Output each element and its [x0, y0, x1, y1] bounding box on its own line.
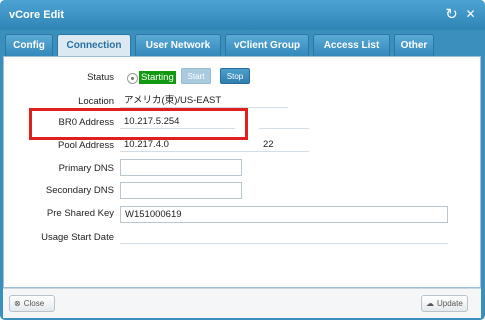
update-button[interactable]: ☁ Update [421, 295, 468, 312]
pool-address-label: Pool Address [58, 140, 114, 151]
close-button[interactable]: ⊗ Close [9, 295, 55, 312]
close-circle-icon: ⊗ [14, 299, 21, 308]
pool-prefix-value: 22 [259, 137, 309, 152]
cloud-upload-icon: ☁ [426, 299, 434, 308]
close-icon[interactable]: ✕ [462, 6, 479, 23]
tab-connection[interactable]: Connection [57, 34, 131, 56]
status-radio[interactable] [127, 73, 138, 84]
primary-dns-field[interactable] [120, 159, 242, 176]
secondary-dns-label: Secondary DNS [45, 185, 114, 196]
close-button-label: Close [23, 299, 45, 308]
primary-dns-label: Primary DNS [58, 163, 114, 174]
secondary-dns-field[interactable] [120, 182, 242, 199]
dialog-title: vCore Edit [9, 9, 65, 21]
connection-panel: Status Starting Start Stop Location アメリカ… [3, 56, 481, 288]
br0-highlight-box [29, 108, 248, 140]
stop-button[interactable]: Stop [220, 68, 250, 84]
tab-config[interactable]: Config [5, 34, 53, 56]
location-value: アメリカ(東)/US-EAST [120, 93, 288, 108]
tab-other[interactable]: Other [394, 34, 434, 56]
status-badge: Starting [139, 71, 176, 84]
update-button-label: Update [437, 299, 463, 308]
location-label: Location [78, 96, 114, 107]
br0-prefix-value [259, 114, 309, 129]
usage-start-date-value [120, 229, 448, 244]
usage-start-date-label: Usage Start Date [41, 232, 114, 243]
status-label: Status [87, 72, 114, 83]
psk-label: Pre Shared Key [46, 208, 114, 219]
tab-bar: Config Connection User Network vClient G… [3, 30, 482, 56]
dialog-footer: ⊗ Close ☁ Update [3, 288, 481, 318]
psk-field[interactable]: W151000619 [120, 206, 448, 223]
vcore-edit-dialog: vCore Edit ↻ ✕ Config Connection User Ne… [0, 0, 485, 320]
start-button[interactable]: Start [181, 68, 211, 84]
tab-vclient-group[interactable]: vClient Group [225, 34, 309, 56]
tab-user-network[interactable]: User Network [135, 34, 221, 56]
tab-access-list[interactable]: Access List [313, 34, 390, 56]
refresh-icon[interactable]: ↻ [443, 6, 460, 23]
title-bar: vCore Edit ↻ ✕ [0, 0, 485, 30]
